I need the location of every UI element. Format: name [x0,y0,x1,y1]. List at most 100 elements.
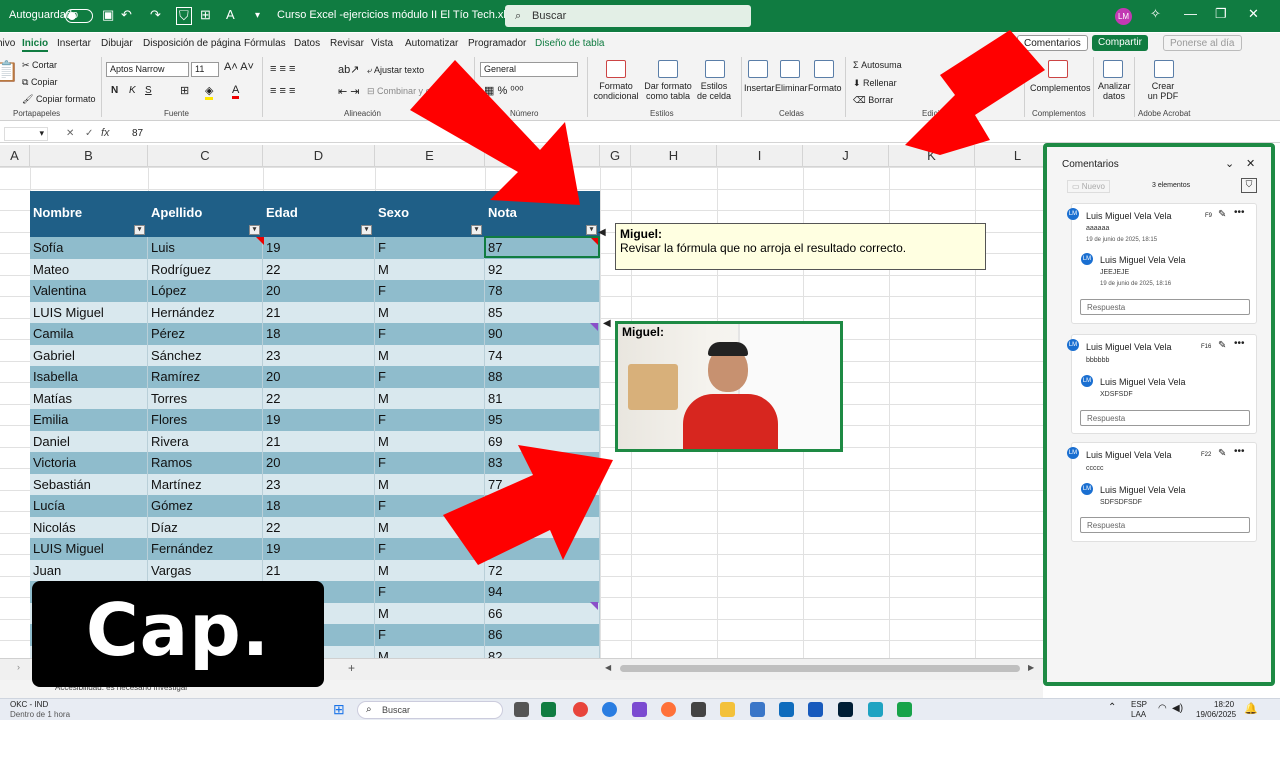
table-cell[interactable]: Ramírez [148,366,263,388]
horizontal-scrollbar[interactable] [620,665,1020,672]
col-header-I[interactable]: I [717,145,803,167]
table-cell[interactable]: Flores [148,409,263,431]
table-cell[interactable]: Nicolás [30,516,148,538]
table-cell[interactable]: 20 [263,280,375,302]
clock-date[interactable]: 19/06/2025 [1196,710,1236,719]
table-cell[interactable]: 90 [485,323,600,345]
col-header-D[interactable]: D [263,145,375,167]
reply-input[interactable]: Respuesta [1080,517,1250,533]
name-box[interactable]: ▾ [4,127,48,141]
edit-icon[interactable]: ✎ [1218,340,1226,351]
table-cell[interactable]: Fernández [148,538,263,560]
app-icon[interactable] [750,702,765,717]
comment-indicator-icon[interactable] [590,323,598,331]
filter-dropdown-icon[interactable]: ▾ [249,225,260,235]
volume-icon[interactable]: ◀) [1172,703,1183,714]
table-cell[interactable]: Hernández [148,301,263,323]
align-top-icon[interactable]: ≡ ≡ ≡ [270,63,295,75]
table-cell[interactable]: Rodríguez [148,258,263,280]
table-cell[interactable]: Valentina [30,280,148,302]
tab-automatizar[interactable]: Automatizar [405,38,458,49]
edit-icon[interactable]: ✎ [1218,209,1226,220]
table-cell[interactable]: 23 [263,473,375,495]
reply-input[interactable]: Respuesta [1080,410,1250,426]
table-cell[interactable]: 88 [485,366,600,388]
table-cell[interactable]: M [375,344,485,366]
weather-subtitle[interactable]: Dentro de 1 hora [10,710,70,719]
insert-cells-button[interactable]: Insertar [744,83,775,93]
comment-thread[interactable]: LM Luis Miguel Vela Vela F9 ✎ ••• aaaaaa… [1067,203,1257,324]
create-pdf-button[interactable]: Crear un PDF [1146,81,1180,101]
table-cell[interactable]: LUIS Miguel [30,301,148,323]
filter-dropdown-icon[interactable]: ▾ [134,225,145,235]
bold-icon[interactable]: N [111,85,118,96]
tab-vista[interactable]: Vista [371,38,393,49]
wifi-icon[interactable]: ◠ [1158,703,1167,714]
restore-icon[interactable]: ❐ [1215,6,1227,22]
share-button[interactable]: Compartir [1092,35,1148,51]
table-cell[interactable]: M [375,258,485,280]
table-cell[interactable]: Mateo [30,258,148,280]
table-cell[interactable]: F [375,581,485,603]
table-cell[interactable]: Pérez [148,323,263,345]
firefox-icon[interactable] [661,702,676,717]
app-icon[interactable] [691,702,706,717]
table-cell[interactable]: Lucía [30,495,148,517]
font-color-icon[interactable]: A [232,84,240,99]
more-icon[interactable]: ••• [1234,446,1245,457]
tab-disposicion[interactable]: Disposición de página [143,38,241,49]
table-cell[interactable]: 22 [263,258,375,280]
table-cell[interactable]: Martínez [148,473,263,495]
table-cell[interactable]: LUIS Miguel [30,538,148,560]
table-cell[interactable]: 92 [485,258,600,280]
table-cell[interactable]: 74 [485,344,600,366]
teams-icon[interactable] [632,702,647,717]
windows-start-icon[interactable]: ⊞ [333,701,345,718]
analyze-data-button[interactable]: Analizar datos [1098,81,1131,101]
col-header-H[interactable]: H [631,145,717,167]
language-top[interactable]: ESP [1131,700,1147,709]
autosave-toggle[interactable] [65,9,93,23]
formula-input[interactable]: 87 [132,128,143,139]
table-cell[interactable]: M [375,387,485,409]
table-cell[interactable]: Emilia [30,409,148,431]
scroll-sheets-icon[interactable]: › [17,662,20,672]
table-cell[interactable]: 85 [485,301,600,323]
analyze-data-icon[interactable] [1103,60,1123,78]
col-header-A[interactable]: A [0,145,30,167]
col-header-B[interactable]: B [30,145,148,167]
avatar[interactable]: LM [1115,8,1132,25]
redo-icon[interactable]: ↷ [150,7,161,23]
fill-color-icon[interactable]: ◈ [205,84,214,100]
tab-inicio[interactable]: Inicio [22,38,49,52]
table-cell[interactable]: 78 [485,280,600,302]
tab-programador[interactable]: Programador [468,38,526,49]
language-bottom[interactable]: LAA [1131,710,1146,719]
font-name-select[interactable]: Aptos Narrow [106,62,189,77]
format-painter-button[interactable]: 🖌 Copiar formato [22,94,95,105]
new-comment-button[interactable]: ▭ Nuevo [1067,180,1110,193]
table-cell[interactable]: Vargas [148,559,263,581]
tab-formulas[interactable]: Fórmulas [244,38,286,49]
minimize-icon[interactable]: — [1184,6,1197,21]
filter-dropdown-icon[interactable]: ▾ [586,225,597,235]
table-cell[interactable]: 21 [263,430,375,452]
table-cell[interactable]: Juan [30,559,148,581]
table-cell[interactable]: F [375,280,485,302]
tab-revisar[interactable]: Revisar [330,38,364,49]
table-cell[interactable]: 66 [485,602,600,624]
copy-button[interactable]: ⧉ Copiar [22,77,57,88]
table-cell[interactable]: F [375,366,485,388]
table-cell[interactable]: 81 [485,387,600,409]
tab-diseno-tabla[interactable]: Diseño de tabla [535,38,605,49]
filter-dropdown-icon[interactable]: ▾ [361,225,372,235]
table-cell[interactable]: 19 [263,409,375,431]
excel-app-icon[interactable] [541,702,556,717]
table-cell[interactable]: Díaz [148,516,263,538]
scroll-left-icon[interactable]: ◀ [605,663,611,672]
filter-icon[interactable]: ⛉ [176,7,192,25]
table-cell[interactable]: Isabella [30,366,148,388]
table-cell[interactable]: 21 [263,559,375,581]
table-cell[interactable]: F [375,409,485,431]
table-cell[interactable]: Victoria [30,452,148,474]
